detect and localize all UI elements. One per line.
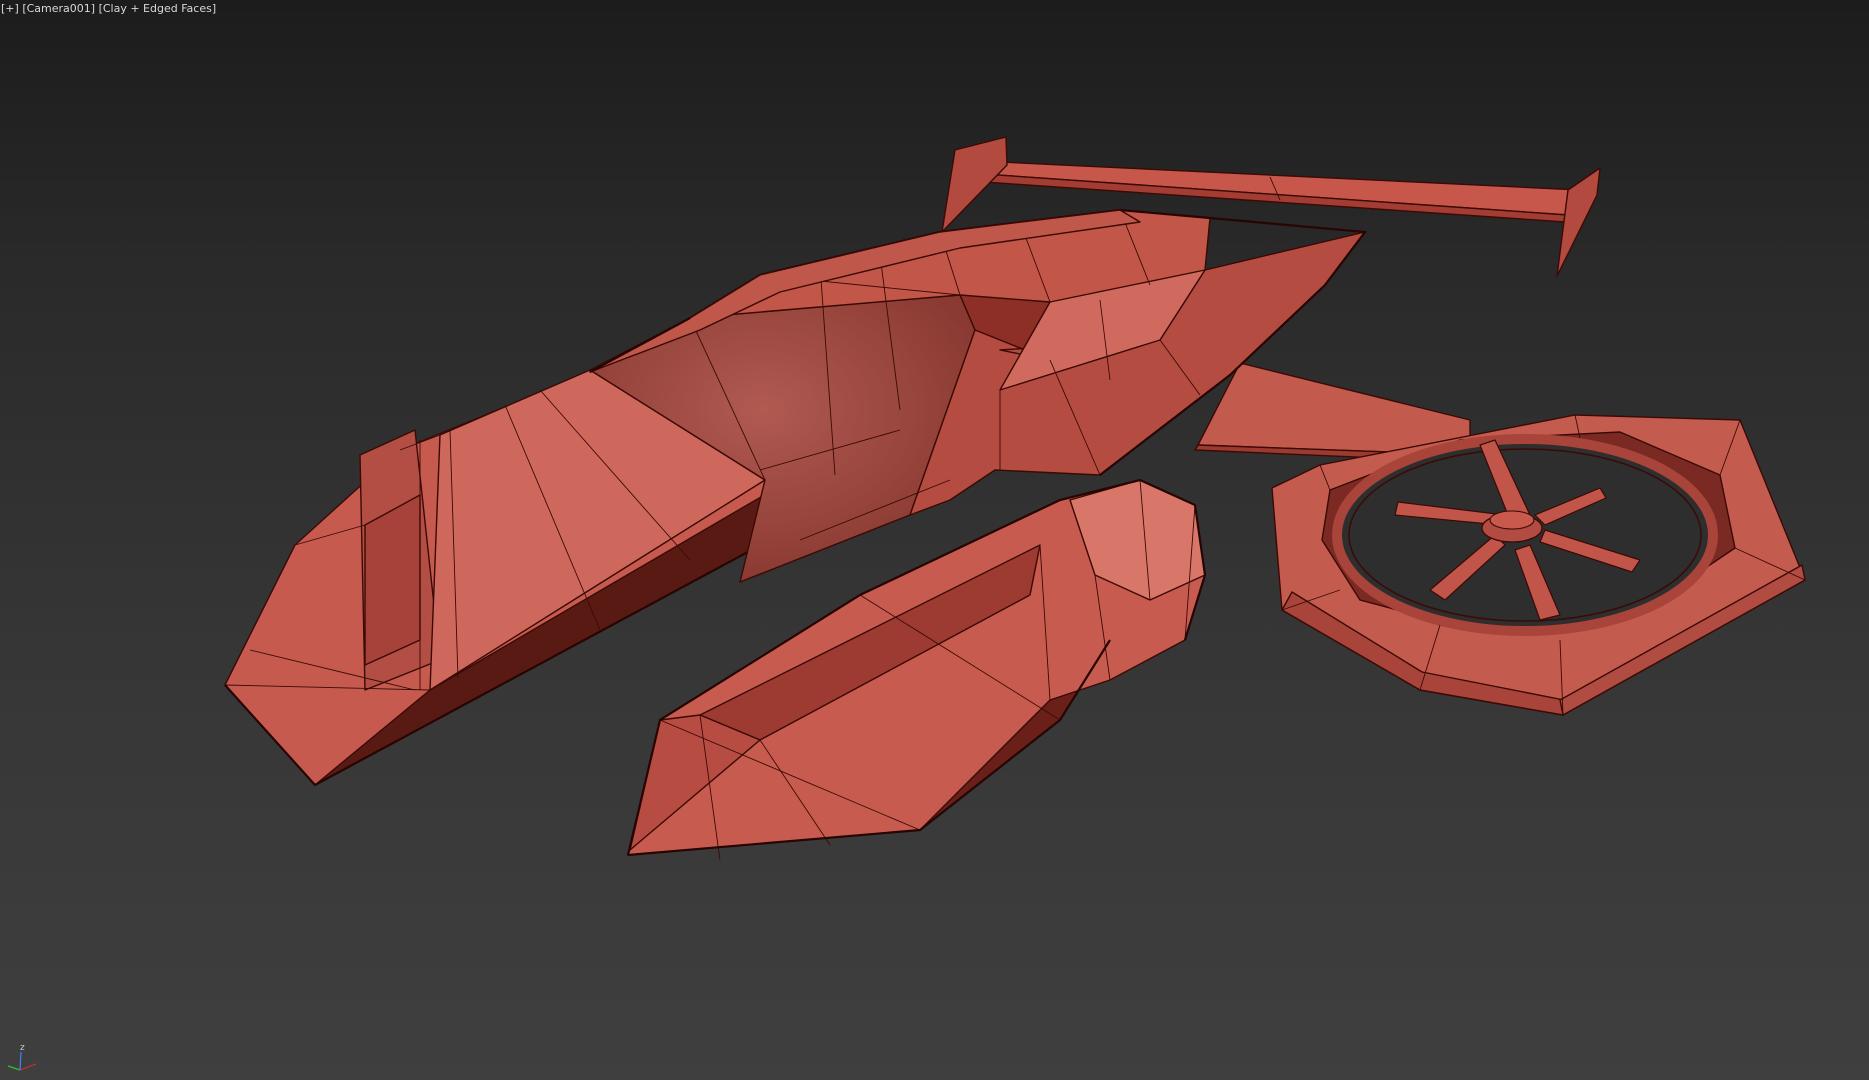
axis-y-line — [7, 1065, 21, 1071]
axis-z-label: z — [20, 1043, 25, 1053]
fan-housing — [1271, 414, 1806, 716]
axis-gizmo: z — [7, 1043, 37, 1071]
3d-viewport[interactable]: [+] [Camera001] [Clay + Edged Faces] z — [0, 0, 1869, 1080]
model-render — [224, 136, 1806, 861]
axis-z-line — [19, 1051, 22, 1071]
axis-x-line — [19, 1063, 37, 1071]
